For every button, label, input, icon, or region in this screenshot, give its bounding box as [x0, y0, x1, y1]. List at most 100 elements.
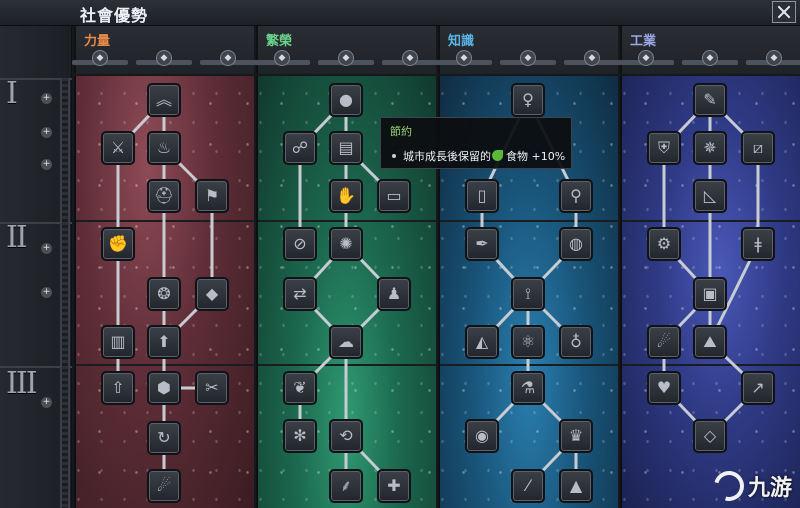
- apple-icon[interactable]: ●: [329, 83, 363, 117]
- comet-icon[interactable]: ☄: [147, 469, 181, 503]
- cross-icon[interactable]: ✚: [377, 469, 411, 503]
- watermark: 九游: [708, 465, 792, 507]
- tier-label-2: II: [6, 220, 28, 255]
- branch-icon[interactable]: ⟟: [511, 277, 545, 311]
- leaves-icon[interactable]: ❦: [283, 371, 317, 405]
- arrow-up-icon[interactable]: ⬆: [147, 325, 181, 359]
- tier-1-rail: [60, 78, 70, 222]
- tier-2-expand-button[interactable]: +: [40, 286, 53, 299]
- strength-sub-icon-2: ◆: [156, 50, 172, 66]
- book-icon[interactable]: ▭: [377, 179, 411, 213]
- spanner-icon[interactable]: ǂ: [741, 227, 775, 261]
- close-button[interactable]: [772, 1, 796, 23]
- helmet-icon[interactable]: ⛑: [147, 179, 181, 213]
- wrench-icon[interactable]: ✎: [693, 83, 727, 117]
- tier-label-1: I: [6, 76, 18, 111]
- torch-icon[interactable]: ♨: [147, 131, 181, 165]
- crossed-blades-icon[interactable]: ✂: [195, 371, 229, 405]
- window-title: 社會優勢: [80, 6, 149, 25]
- star-burst-icon[interactable]: ✵: [693, 131, 727, 165]
- watermark-logo-icon: [708, 465, 750, 507]
- food-leaf-icon: [492, 150, 503, 161]
- industry-sub-icon-3: ◆: [766, 50, 782, 66]
- category-header-knowledge[interactable]: 知識 ◆ ◆ ◆: [436, 26, 620, 74]
- handshake-icon[interactable]: ☍: [283, 131, 317, 165]
- tier-3-expand-button[interactable]: +: [40, 396, 53, 409]
- chevron-rank-icon[interactable]: ︽: [147, 83, 181, 117]
- brain-icon[interactable]: ☁: [329, 325, 363, 359]
- gem-icon[interactable]: ◆: [195, 277, 229, 311]
- category-sub-slot[interactable]: ◆: [682, 48, 738, 68]
- atom-icon[interactable]: ⚛: [511, 325, 545, 359]
- globe-icon[interactable]: ◍: [559, 227, 593, 261]
- planet-icon[interactable]: ♁: [559, 325, 593, 359]
- heart-hand-icon[interactable]: ♥: [647, 371, 681, 405]
- category-header-strength[interactable]: 力量 ◆ ◆ ◆: [72, 26, 256, 74]
- industry-sub-icon-2: ◆: [702, 50, 718, 66]
- flag-icon[interactable]: ⚑: [195, 179, 229, 213]
- meteor-icon[interactable]: ☄: [647, 325, 681, 359]
- tier-1-expand-button[interactable]: +: [40, 158, 53, 171]
- shield-gear-icon[interactable]: ⛨: [647, 131, 681, 165]
- sword-icon[interactable]: ⚔: [101, 131, 135, 165]
- tier-3-rail: [60, 366, 70, 508]
- mountain-icon[interactable]: ⛰: [693, 325, 727, 359]
- snowflake-icon[interactable]: ✻: [283, 419, 317, 453]
- cycle-icon[interactable]: ↻: [147, 421, 181, 455]
- tooltip-title: 節約: [390, 125, 412, 138]
- prosperity-sub-icon-1: ◆: [274, 50, 290, 66]
- wand-icon[interactable]: ⁄: [511, 469, 545, 503]
- category-sub-slot[interactable]: ◆: [136, 48, 192, 68]
- diamond-icon[interactable]: ◇: [693, 419, 727, 453]
- cycle-leaf-icon[interactable]: ⟲: [329, 419, 363, 453]
- set-square-icon[interactable]: ◺: [693, 179, 727, 213]
- lamp-icon[interactable]: ⚲: [559, 179, 593, 213]
- category-sub-slot[interactable]: ◆: [318, 48, 374, 68]
- knowledge-sub-icon-2: ◆: [520, 50, 536, 66]
- category-sub-slot[interactable]: ◆: [72, 48, 128, 68]
- category-sub-slot[interactable]: ◆: [500, 48, 556, 68]
- category-sub-slot[interactable]: ◆: [382, 48, 438, 68]
- trend-arrow-icon[interactable]: ↗: [741, 371, 775, 405]
- palm-tree-icon[interactable]: ⸙: [329, 469, 363, 503]
- fist-icon[interactable]: ✊: [101, 227, 135, 261]
- microscope-icon[interactable]: ⚗: [511, 371, 545, 405]
- knowledge-sub-icon-1: ◆: [456, 50, 472, 66]
- category-sub-slot[interactable]: ◆: [200, 48, 256, 68]
- pillar-icon[interactable]: ▥: [101, 325, 135, 359]
- quill-icon[interactable]: ✒: [465, 227, 499, 261]
- diagonal-icon[interactable]: ⧄: [741, 131, 775, 165]
- gear-circle-icon[interactable]: ⚙: [647, 227, 681, 261]
- tier-2-expand-button[interactable]: +: [40, 242, 53, 255]
- bullet-icon: [392, 154, 396, 158]
- lightbulb-icon[interactable]: ♀: [511, 83, 545, 117]
- category-sub-slot[interactable]: ◆: [254, 48, 310, 68]
- eye-icon[interactable]: ◉: [465, 419, 499, 453]
- category-header-prosperity[interactable]: 繁榮 ◆ ◆ ◆: [254, 26, 438, 74]
- hexagon-icon[interactable]: ⬢: [147, 371, 181, 405]
- category-sub-slot[interactable]: ◆: [436, 48, 492, 68]
- industry-sub-icon-1: ◆: [638, 50, 654, 66]
- category-sub-slot[interactable]: ◆: [618, 48, 674, 68]
- graduation-cap-icon[interactable]: ♛: [559, 419, 593, 453]
- sun-rays-icon[interactable]: ✺: [329, 227, 363, 261]
- arrows-exchange-icon[interactable]: ⇄: [283, 277, 317, 311]
- category-header-industry[interactable]: 工業 ◆ ◆ ◆: [618, 26, 800, 74]
- no-sign-icon[interactable]: ⊘: [283, 227, 317, 261]
- strength-sub-icon-3: ◆: [220, 50, 236, 66]
- bar-growth-icon[interactable]: ▤: [329, 131, 363, 165]
- prism-icon[interactable]: ◭: [465, 325, 499, 359]
- category-sub-slot[interactable]: ◆: [564, 48, 620, 68]
- tier-1-expand-button[interactable]: +: [40, 126, 53, 139]
- crate-icon[interactable]: ▣: [693, 277, 727, 311]
- pyramid-icon[interactable]: ▲: [559, 469, 593, 503]
- scroll-icon[interactable]: ▯: [465, 179, 499, 213]
- villager-icon[interactable]: ♟: [377, 277, 411, 311]
- category-sub-slot[interactable]: ◆: [746, 48, 800, 68]
- watermark-text: 九游: [747, 476, 792, 501]
- tier-1-expand-button[interactable]: +: [40, 92, 53, 105]
- tier-label-3: III: [6, 366, 38, 401]
- hand-icon[interactable]: ✋: [329, 179, 363, 213]
- swirl-icon[interactable]: ❂: [147, 277, 181, 311]
- arrow-up-circle-icon[interactable]: ⇧: [101, 371, 135, 405]
